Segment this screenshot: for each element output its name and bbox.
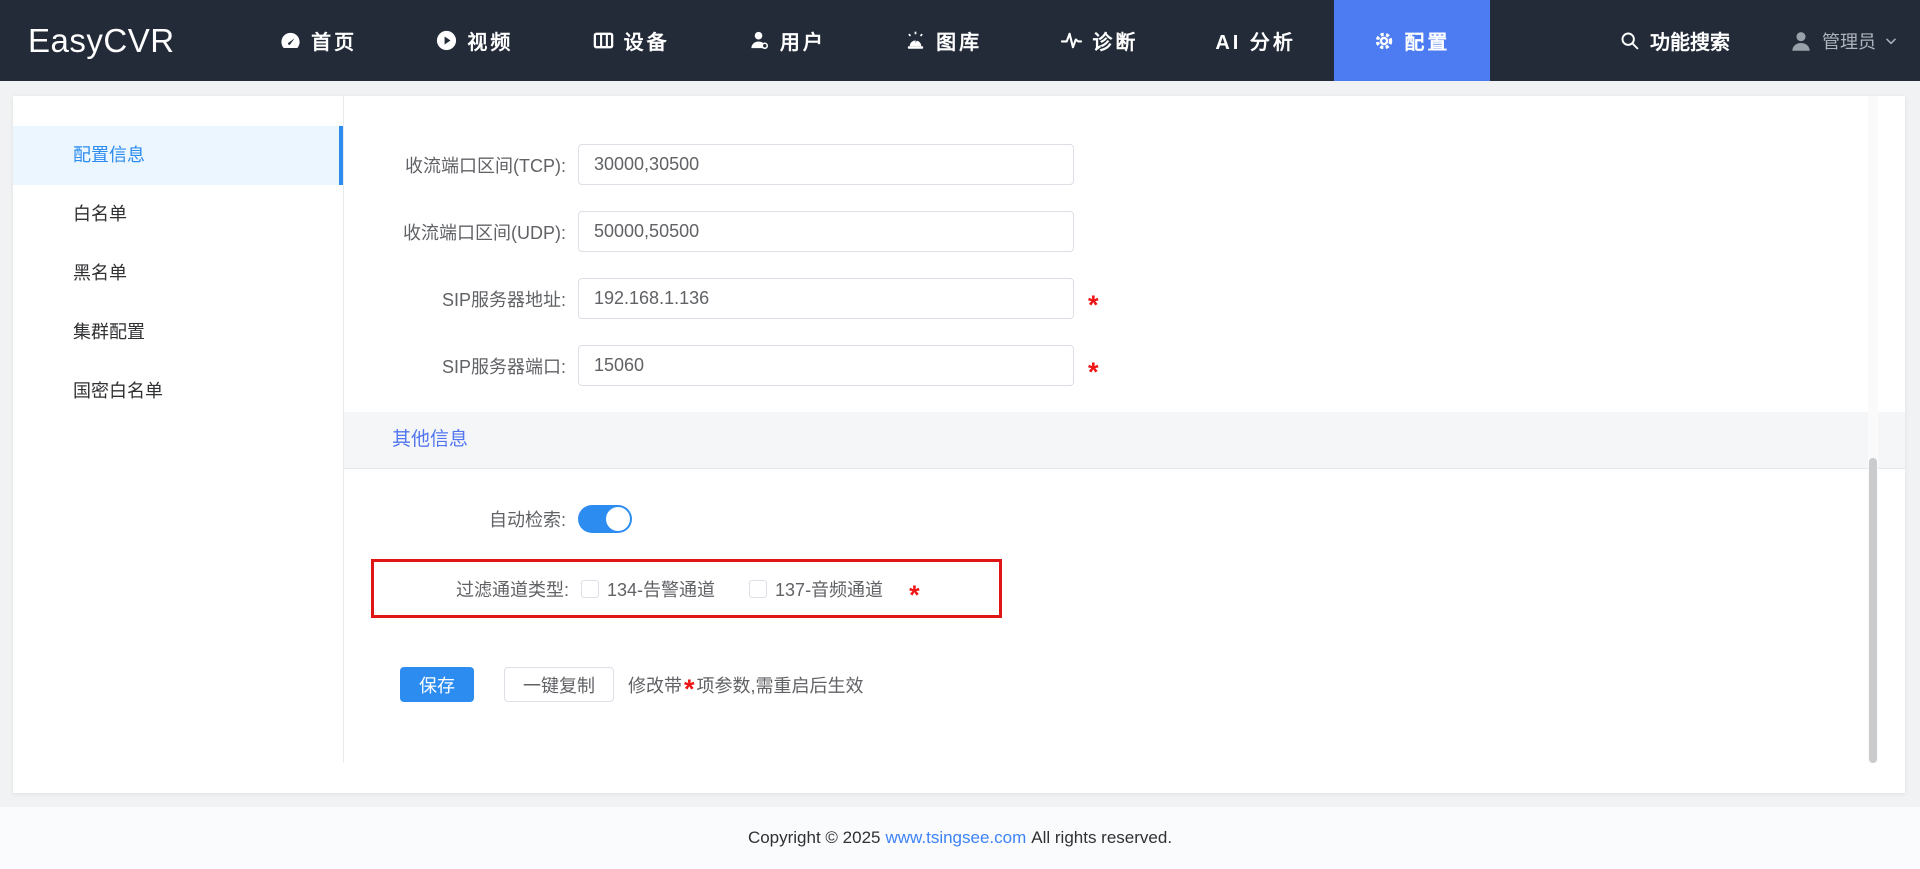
alarm-siren-icon	[904, 29, 927, 52]
vertical-scrollbar-thumb[interactable]	[1869, 458, 1877, 763]
user-menu[interactable]: 管理员	[1788, 28, 1898, 54]
copyright-suffix: All rights reserved.	[1031, 828, 1173, 847]
form-row-sip-server-port: SIP服务器端口: *	[344, 345, 1905, 386]
video-icon	[435, 29, 458, 52]
function-search-button[interactable]: 功能搜索	[1619, 26, 1730, 55]
form-row-auto-search: 自动检索:	[344, 505, 1905, 533]
tcp-port-range-input[interactable]	[578, 144, 1074, 185]
scroll-region: 配置信息 白名单 黑名单 集群配置 国密白名单 收流端口区间(TCP): 收流端…	[13, 96, 1905, 763]
sidebar-item-whitelist[interactable]: 白名单	[13, 185, 343, 244]
nav-item-label: 视频	[467, 32, 514, 54]
field-label: SIP服务器端口:	[441, 356, 566, 377]
sidebar-item-config-info[interactable]: 配置信息	[13, 126, 343, 185]
checkbox-option-audio-channel[interactable]: 137-音频通道	[749, 576, 883, 602]
checkbox-label: 137-音频通道	[775, 579, 884, 600]
gear-icon	[1373, 30, 1395, 52]
field-label: 过滤通道类型:	[455, 579, 569, 600]
sidebar-item-cluster-config[interactable]: 集群配置	[13, 303, 343, 362]
chevron-down-icon	[1884, 34, 1898, 48]
toggle-knob	[606, 507, 630, 531]
checkbox-option-alarm-channel[interactable]: 134-告警通道	[581, 576, 715, 602]
nav-item-label: 图库	[936, 32, 983, 54]
nav-item-label: 诊断	[1092, 32, 1139, 54]
dashboard-icon	[279, 29, 302, 52]
field-label: 收流端口区间(UDP):	[403, 222, 566, 243]
nav-item-label: 用户	[779, 32, 826, 54]
config-form: 收流端口区间(TCP): 收流端口区间(UDP): SIP服务器地址: * SI…	[344, 96, 1905, 763]
nav-item-user[interactable]: 用户	[709, 0, 865, 81]
field-label: SIP服务器地址:	[441, 289, 566, 310]
checkbox-label: 134-告警通道	[607, 579, 716, 600]
udp-port-range-input[interactable]	[578, 211, 1074, 252]
nav-item-config-active[interactable]: 配置	[1333, 0, 1490, 81]
page-footer: Copyright © 2025 www.tsingsee.com All ri…	[0, 807, 1920, 869]
nav-item-diagnosis[interactable]: 诊断	[1021, 0, 1177, 81]
field-label: 收流端口区间(TCP):	[405, 155, 566, 176]
brand-logo: EasyCVR	[28, 22, 175, 59]
form-row-sip-server-address: SIP服务器地址: *	[344, 278, 1905, 319]
required-asterisk: *	[1088, 356, 1099, 387]
sidebar-item-gm-whitelist[interactable]: 国密白名单	[13, 362, 343, 421]
user-icon	[748, 29, 771, 52]
nav-item-device[interactable]: 设备	[553, 0, 709, 81]
checkbox-icon[interactable]	[581, 579, 599, 598]
note-suffix: 项参数,需重启后生效	[696, 675, 864, 696]
nav-item-label: AI 分析	[1215, 32, 1296, 54]
form-row-udp-port-range: 收流端口区间(UDP):	[344, 211, 1905, 252]
sip-server-port-input[interactable]	[578, 345, 1074, 386]
nav-item-video[interactable]: 视频	[396, 0, 552, 81]
nav-item-label: 首页	[311, 32, 358, 54]
device-icon	[592, 29, 615, 52]
auto-search-toggle[interactable]	[578, 505, 632, 533]
sidebar-item-blacklist[interactable]: 黑名单	[13, 244, 343, 303]
save-button[interactable]: 保存	[400, 667, 474, 702]
highlight-red-box: 过滤通道类型: 134-告警通道 137-音频通道 *	[371, 559, 1002, 618]
sip-server-address-input[interactable]	[578, 278, 1074, 319]
form-row-tcp-port-range: 收流端口区间(TCP):	[344, 144, 1905, 185]
required-asterisk: *	[1088, 289, 1099, 320]
form-actions: 保存 一键复制 修改带 * 项参数,需重启后生效	[344, 667, 1905, 702]
restart-note: 修改带 * 项参数,需重启后生效	[628, 672, 864, 704]
nav-item-gallery[interactable]: 图库	[865, 0, 1021, 81]
nav-item-ai-analysis[interactable]: AI 分析	[1178, 0, 1334, 81]
search-icon	[1619, 30, 1640, 51]
nav-item-label: 设备	[623, 32, 670, 54]
section-header-other-info: 其他信息	[344, 412, 1905, 469]
top-navbar: EasyCVR 首页 视频 设备 用户 图库 诊断 AI 分析 配置 功能搜索 …	[0, 0, 1920, 81]
avatar-icon	[1788, 28, 1814, 54]
copyright-prefix: Copyright © 2025	[747, 828, 881, 847]
note-prefix: 修改带	[628, 675, 682, 696]
vertical-scrollbar-track[interactable]	[1868, 96, 1878, 763]
nav-menu: 首页 视频 设备 用户 图库 诊断 AI 分析 配置	[240, 0, 1490, 81]
required-asterisk: *	[909, 579, 920, 610]
field-label: 自动检索:	[488, 510, 566, 530]
tsingsee-link[interactable]: www.tsingsee.com	[885, 828, 1026, 848]
one-click-copy-button[interactable]: 一键复制	[504, 667, 614, 702]
nav-item-label: 配置	[1404, 32, 1451, 54]
content-card: 配置信息 白名单 黑名单 集群配置 国密白名单 收流端口区间(TCP): 收流端…	[13, 96, 1905, 793]
required-asterisk: *	[684, 673, 695, 704]
function-search-label: 功能搜索	[1650, 32, 1730, 54]
settings-sidebar: 配置信息 白名单 黑名单 集群配置 国密白名单	[13, 96, 344, 763]
navbar-right: 功能搜索 管理员	[1619, 0, 1898, 81]
nav-item-home[interactable]: 首页	[240, 0, 396, 81]
user-name-label: 管理员	[1822, 31, 1876, 52]
checkbox-icon[interactable]	[749, 579, 768, 598]
pulse-icon	[1060, 29, 1083, 52]
